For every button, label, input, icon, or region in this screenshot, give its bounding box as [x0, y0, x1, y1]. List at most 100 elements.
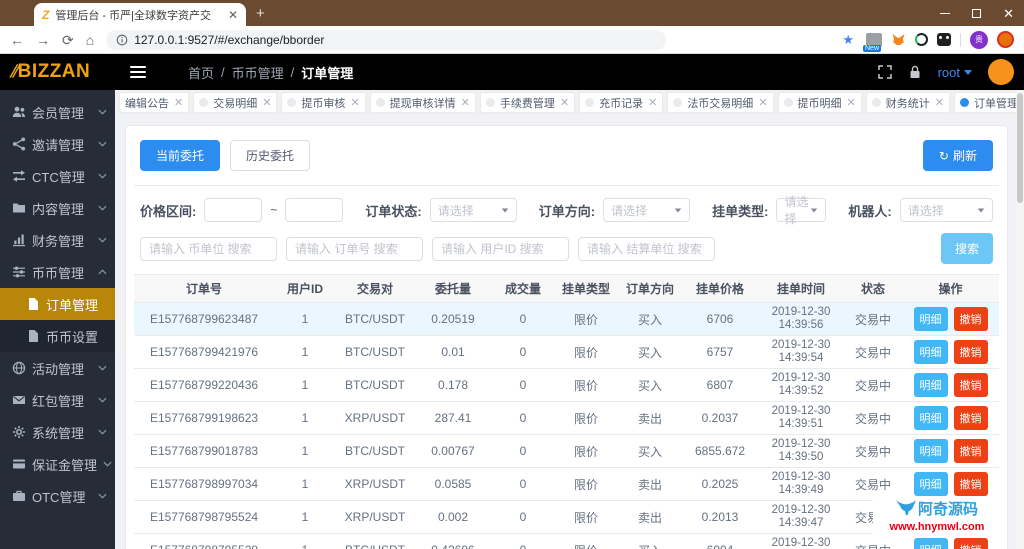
window-close-button[interactable]: ✕	[1003, 7, 1014, 20]
lock-icon[interactable]	[908, 65, 922, 79]
tag-tab-编辑公告[interactable]: 编辑公告 ✕	[119, 92, 190, 113]
watermark-name: 阿奇源码	[917, 501, 978, 518]
detail-button[interactable]: 明细	[913, 439, 948, 463]
sidebar-item-content[interactable]: 内容管理	[0, 192, 115, 224]
window-minimize-button[interactable]	[940, 12, 951, 14]
column-header: 订单号	[134, 274, 274, 303]
extension-ring-icon[interactable]	[915, 33, 928, 46]
user-id-search-input[interactable]	[432, 236, 569, 261]
sidebar-item-exchange[interactable]: 币币管理	[0, 256, 115, 288]
tag-tab-提币明细[interactable]: 提币明细 ✕	[777, 92, 862, 113]
order-direction-select[interactable]: 请选择	[603, 198, 691, 222]
page-scrollbar[interactable]	[1016, 90, 1024, 549]
tag-tab-订单管理[interactable]: 订单管理✕	[953, 92, 1024, 113]
sidebar-item-redpacket[interactable]: 红包管理	[0, 384, 115, 416]
order-status-select[interactable]: 请选择	[429, 198, 517, 222]
forward-button[interactable]: →	[36, 33, 50, 47]
chevron-up-icon	[98, 269, 107, 275]
cancel-button[interactable]: 撤销	[953, 439, 988, 463]
price-min-input[interactable]	[204, 198, 263, 222]
tag-close-icon[interactable]: ✕	[935, 96, 944, 109]
home-button[interactable]: ⌂	[86, 33, 94, 47]
new-tab-button[interactable]: +	[256, 5, 265, 22]
extension-new-icon[interactable]: New	[863, 32, 882, 52]
status-text: 交易中	[844, 401, 902, 435]
browser-menu-button[interactable]	[997, 31, 1014, 48]
status-text: 交易中	[844, 335, 902, 369]
tag-tab-充币记录[interactable]: 充币记录 ✕	[579, 92, 664, 113]
fullscreen-icon[interactable]	[877, 65, 892, 79]
sidebar-item-activity[interactable]: 活动管理	[0, 352, 115, 384]
breadcrumb-home[interactable]: 首页	[188, 63, 214, 82]
sidebar-item-invite[interactable]: 邀请管理	[0, 128, 115, 160]
tag-close-icon[interactable]: ✕	[560, 96, 569, 109]
breadcrumb-module[interactable]: 币币管理	[232, 63, 284, 82]
tag-close-icon[interactable]: ✕	[758, 96, 767, 109]
tag-close-icon[interactable]: ✕	[262, 96, 271, 109]
extension-dark-icon[interactable]	[937, 33, 951, 46]
info-icon[interactable]	[116, 34, 128, 46]
briefcase-icon	[12, 489, 26, 503]
chevron-down-icon	[98, 205, 107, 211]
metamask-icon[interactable]	[891, 33, 906, 47]
tag-close-icon[interactable]: ✕	[847, 96, 856, 109]
sidebar-item-otc[interactable]: OTC管理	[0, 480, 115, 512]
refresh-button[interactable]: ↻ 刷新	[922, 140, 993, 171]
order-type-select[interactable]: 请选择	[776, 195, 827, 226]
window-maximize-button[interactable]	[972, 8, 982, 18]
detail-button[interactable]: 明细	[913, 307, 948, 331]
column-header: 交易对	[336, 274, 414, 303]
settle-unit-search-input[interactable]	[578, 236, 715, 261]
tag-dot-icon	[871, 98, 881, 107]
tag-tab-财务统计[interactable]: 财务统计 ✕	[865, 92, 950, 113]
browser-tab[interactable]: Z 管理后台 - 币严|全球数字资产交 ✕	[34, 3, 246, 26]
tab-close-icon[interactable]: ✕	[228, 9, 238, 21]
cancel-button[interactable]: 撤销	[953, 340, 988, 364]
sidebar-item-system[interactable]: 系统管理	[0, 416, 115, 448]
bookmark-star-icon[interactable]: ★	[842, 32, 854, 48]
tag-close-icon[interactable]: ✕	[461, 96, 470, 109]
app-header: ⫽ BIZZAN 首页 / 币币管理 / 订单管理 root	[0, 54, 1024, 90]
detail-button[interactable]: 明细	[913, 472, 948, 496]
tag-close-icon[interactable]: ✕	[648, 96, 657, 109]
history-orders-button[interactable]: 历史委托	[230, 140, 311, 171]
tag-close-icon[interactable]: ✕	[174, 96, 183, 109]
chevron-down-icon	[98, 141, 107, 147]
cancel-button[interactable]: 撤销	[953, 406, 988, 430]
tag-tab-提币审核[interactable]: 提币审核 ✕	[281, 92, 366, 113]
robot-select[interactable]: 请选择	[899, 198, 993, 222]
scrollbar-thumb[interactable]	[1017, 93, 1023, 203]
price-max-input[interactable]	[285, 198, 344, 222]
sidebar-item-finance[interactable]: 财务管理	[0, 224, 115, 256]
sidebar-item-member[interactable]: 会员管理	[0, 96, 115, 128]
address-bar[interactable]: 127.0.0.1:9527/#/exchange/bborder	[106, 29, 667, 50]
reload-button[interactable]: ⟳	[62, 33, 74, 47]
cancel-button[interactable]: 撤销	[953, 472, 988, 496]
tag-tab-手续费管理[interactable]: 手续费管理 ✕	[479, 92, 576, 113]
coin-unit-search-input[interactable]	[140, 236, 277, 261]
sidebar-item-margin[interactable]: 保证金管理	[0, 448, 115, 480]
cancel-button[interactable]: 撤销	[953, 373, 988, 397]
back-button[interactable]: ←	[10, 33, 24, 47]
cancel-button[interactable]: 撤销	[953, 538, 988, 549]
search-button[interactable]: 搜索	[940, 233, 993, 264]
tag-tab-交易明细[interactable]: 交易明细 ✕	[193, 92, 278, 113]
user-avatar[interactable]	[988, 59, 1014, 85]
collapse-menu-icon[interactable]	[130, 66, 146, 78]
order-no-search-input[interactable]	[286, 236, 423, 261]
sidebar-item-ctc[interactable]: CTC管理	[0, 160, 115, 192]
tag-close-icon[interactable]: ✕	[350, 96, 359, 109]
current-orders-button[interactable]: 当前委托	[140, 140, 221, 171]
user-dropdown[interactable]: root	[938, 65, 972, 80]
app-logo[interactable]: ⫽ BIZZAN	[0, 61, 118, 83]
detail-button[interactable]: 明细	[913, 340, 948, 364]
browser-profile-avatar[interactable]: 贵	[970, 30, 988, 49]
sidebar-item-order[interactable]: 订单管理	[0, 288, 115, 320]
tag-tab-法币交易明细[interactable]: 法币交易明细 ✕	[667, 92, 774, 113]
tag-tab-提现审核详情[interactable]: 提现审核详情 ✕	[369, 92, 476, 113]
detail-button[interactable]: 明细	[913, 373, 948, 397]
cancel-button[interactable]: 撤销	[953, 307, 988, 331]
detail-button[interactable]: 明细	[913, 406, 948, 430]
sidebar-item-coin-setting[interactable]: 币币设置	[0, 320, 115, 352]
detail-button[interactable]: 明细	[913, 538, 948, 549]
